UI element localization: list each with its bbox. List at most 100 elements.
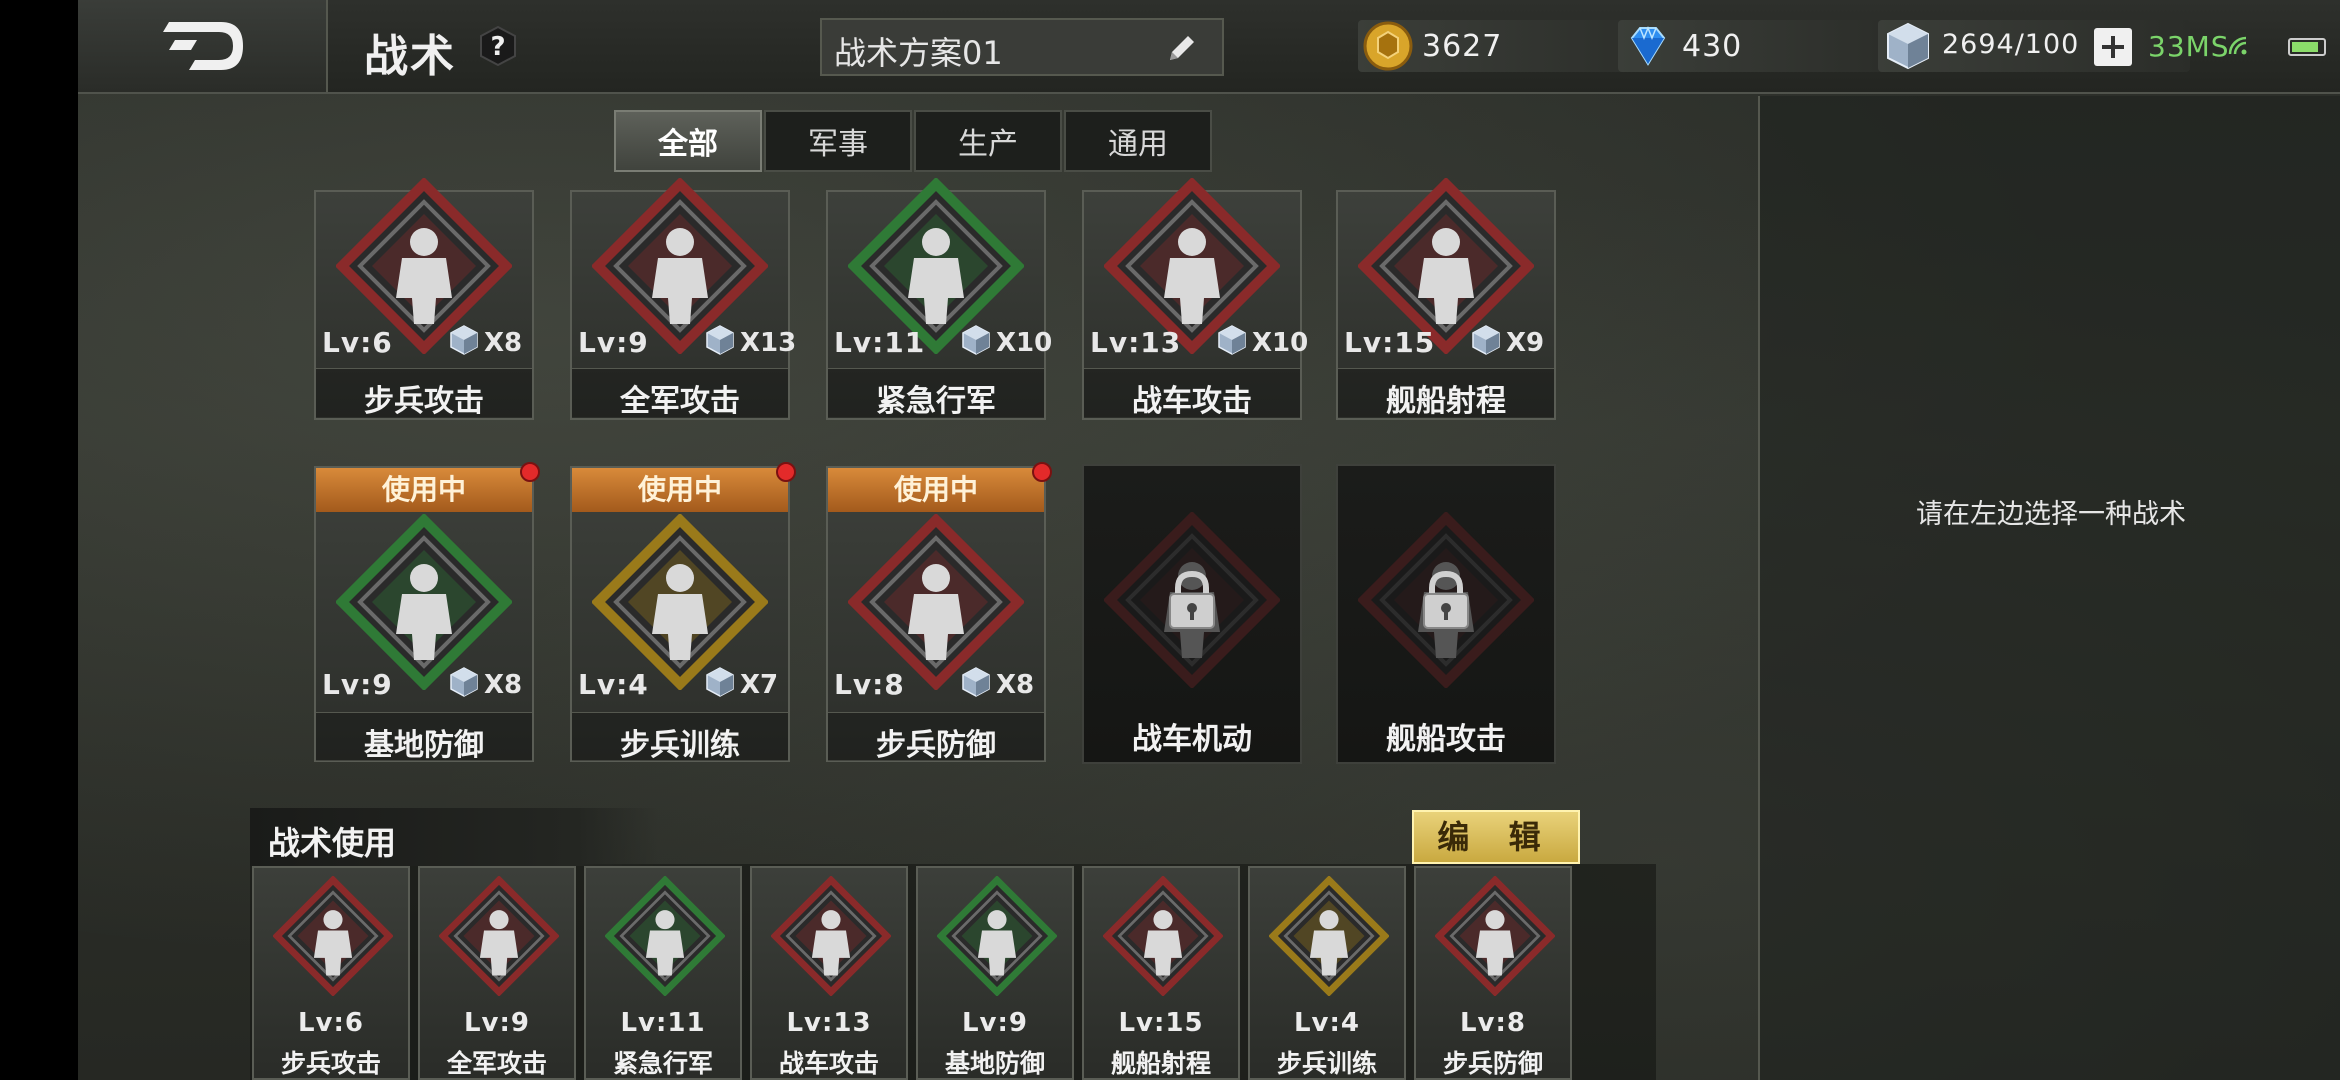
slot-level: Lv:11 bbox=[620, 1008, 706, 1038]
add-resource-button[interactable] bbox=[2094, 28, 2132, 66]
crystal-cube-icon bbox=[706, 667, 734, 697]
emblem-wrap bbox=[1102, 875, 1224, 997]
crystal-cube-icon bbox=[1472, 325, 1500, 355]
crystal-cube-icon bbox=[962, 325, 990, 355]
emblem-wrap bbox=[590, 512, 770, 692]
tactic-usage-title: 战术使用 bbox=[268, 824, 397, 862]
tactic-emblem-icon bbox=[438, 875, 560, 997]
emblem-wrap bbox=[438, 875, 560, 997]
slot-level: Lv:15 bbox=[1118, 1008, 1204, 1038]
tab-military[interactable]: 军事 bbox=[764, 110, 912, 172]
slot-name: 步兵训练 bbox=[1276, 1049, 1377, 1078]
crystal-cube-icon bbox=[706, 325, 734, 355]
lock-icon bbox=[1169, 570, 1215, 629]
help-icon[interactable]: ? bbox=[478, 26, 518, 66]
pencil-icon[interactable] bbox=[1164, 30, 1200, 66]
cost-gem bbox=[1216, 324, 1248, 356]
usage-slot[interactable]: Lv:15 舰船射程 bbox=[1082, 866, 1240, 1080]
usage-slot[interactable]: Lv:9 全军攻击 bbox=[418, 866, 576, 1080]
plan-name: 战术方案01 bbox=[834, 34, 1003, 72]
crystal-cube-icon bbox=[962, 667, 990, 697]
tactic-card[interactable]: 舰船攻击 bbox=[1336, 464, 1556, 764]
gold-coin-icon bbox=[1363, 21, 1413, 71]
tactic-emblem-icon bbox=[770, 875, 892, 997]
slot-level: Lv:9 bbox=[961, 1008, 1028, 1038]
tab-general[interactable]: 通用 bbox=[1064, 110, 1212, 172]
tactic-card[interactable]: Lv:11 X10 紧急行军 bbox=[826, 176, 1052, 420]
tactic-level: Lv:4 bbox=[578, 668, 649, 701]
notification-dot bbox=[1032, 462, 1052, 482]
tactic-detail-panel: 请在左边选择一种战术 bbox=[1758, 96, 2340, 1080]
tactic-level: Lv:6 bbox=[322, 326, 393, 359]
usage-slot[interactable]: Lv:6 步兵攻击 bbox=[252, 866, 410, 1080]
tactic-plan-selector[interactable]: 战术方案01 bbox=[820, 18, 1224, 76]
emblem-wrap bbox=[1268, 875, 1390, 997]
usage-slot[interactable]: Lv:11 紧急行军 bbox=[584, 866, 742, 1080]
tactic-emblem-icon bbox=[1268, 875, 1390, 997]
diamond-value: 430 bbox=[1682, 29, 1743, 64]
tactic-cost: X10 bbox=[1252, 328, 1309, 358]
tactic-emblem-icon bbox=[1434, 875, 1556, 997]
usage-slot[interactable]: Lv:8 步兵防御 bbox=[1414, 866, 1572, 1080]
cost-gem bbox=[448, 324, 480, 356]
emblem-wrap bbox=[770, 875, 892, 997]
slot-name: 战车攻击 bbox=[778, 1049, 879, 1078]
tactic-cost: X10 bbox=[996, 328, 1053, 358]
tactic-level: Lv:11 bbox=[834, 326, 926, 359]
tactic-name: 舰船射程 bbox=[1386, 384, 1506, 419]
tactic-emblem-icon bbox=[334, 512, 514, 692]
tactic-name: 步兵攻击 bbox=[364, 384, 484, 419]
tactic-card[interactable]: Lv:6 X8 步兵攻击 bbox=[314, 176, 534, 420]
tactic-level: Lv:9 bbox=[578, 326, 649, 359]
tactic-level: Lv:9 bbox=[322, 668, 393, 701]
tactic-card[interactable]: Lv:15 X9 舰船射程 bbox=[1336, 176, 1556, 420]
tab-production[interactable]: 生产 bbox=[914, 110, 1062, 172]
tactic-name: 舰船攻击 bbox=[1386, 722, 1506, 757]
crystal-cube-icon bbox=[450, 667, 478, 697]
battery-icon bbox=[2288, 38, 2326, 56]
cost-gem bbox=[960, 324, 992, 356]
select-tactic-hint: 请在左边选择一种战术 bbox=[1916, 499, 2186, 530]
emblem-wrap bbox=[272, 875, 394, 997]
diamond-counter: 430 bbox=[1618, 20, 1900, 72]
slot-level: Lv:6 bbox=[297, 1008, 364, 1038]
tactic-name: 紧急行军 bbox=[876, 384, 996, 419]
tactic-card[interactable]: 使用中 Lv:8 X8 步兵防御 bbox=[826, 462, 1052, 763]
svg-text:?: ? bbox=[490, 32, 505, 62]
tactic-cost: X8 bbox=[484, 670, 523, 700]
category-tabs: 全部 军事 生产 通用 bbox=[614, 110, 1214, 172]
tactic-level: Lv:8 bbox=[834, 668, 905, 701]
slot-level: Lv:13 bbox=[786, 1008, 872, 1038]
gold-value: 3627 bbox=[1422, 29, 1503, 64]
tactic-cost: X7 bbox=[740, 670, 779, 700]
cost-gem bbox=[448, 666, 480, 698]
tactic-card[interactable]: 战车机动 bbox=[1082, 464, 1302, 764]
tab-all[interactable]: 全部 bbox=[614, 110, 762, 172]
back-button[interactable] bbox=[78, 0, 328, 92]
tactic-card[interactable]: Lv:13 X10 战车攻击 bbox=[1082, 176, 1308, 420]
usage-slot[interactable]: Lv:4 步兵训练 bbox=[1248, 866, 1406, 1080]
tactic-emblem-icon bbox=[590, 512, 770, 692]
back-arrow-icon bbox=[163, 22, 243, 70]
tactic-card[interactable]: Lv:9 X13 全军攻击 bbox=[570, 176, 796, 420]
emblem-wrap bbox=[604, 875, 726, 997]
slot-level: Lv:8 bbox=[1459, 1008, 1526, 1038]
cost-gem bbox=[704, 324, 736, 356]
lock-icon bbox=[1423, 570, 1469, 629]
edit-button[interactable]: 编 辑 bbox=[1412, 810, 1580, 864]
usage-slot[interactable]: Lv:13 战车攻击 bbox=[750, 866, 908, 1080]
tactic-name: 战车机动 bbox=[1132, 722, 1252, 757]
in-use-badge: 使用中 bbox=[572, 468, 788, 512]
signal-icon bbox=[2228, 36, 2247, 55]
tactic-name: 步兵训练 bbox=[620, 728, 740, 763]
tactic-usage-header: 战术使用 bbox=[250, 808, 658, 866]
tactic-card[interactable]: 使用中 Lv:4 X7 步兵训练 bbox=[570, 462, 796, 763]
tactic-level: Lv:13 bbox=[1090, 326, 1182, 359]
diamond-icon bbox=[1630, 25, 1666, 66]
cost-gem bbox=[704, 666, 736, 698]
usage-slot[interactable]: Lv:9 基地防御 bbox=[916, 866, 1074, 1080]
in-use-badge: 使用中 bbox=[828, 468, 1044, 512]
tactic-name: 战车攻击 bbox=[1132, 384, 1252, 419]
tactic-card[interactable]: 使用中 Lv:9 X8 基地防御 bbox=[314, 462, 540, 763]
tactic-emblem-icon bbox=[604, 875, 726, 997]
